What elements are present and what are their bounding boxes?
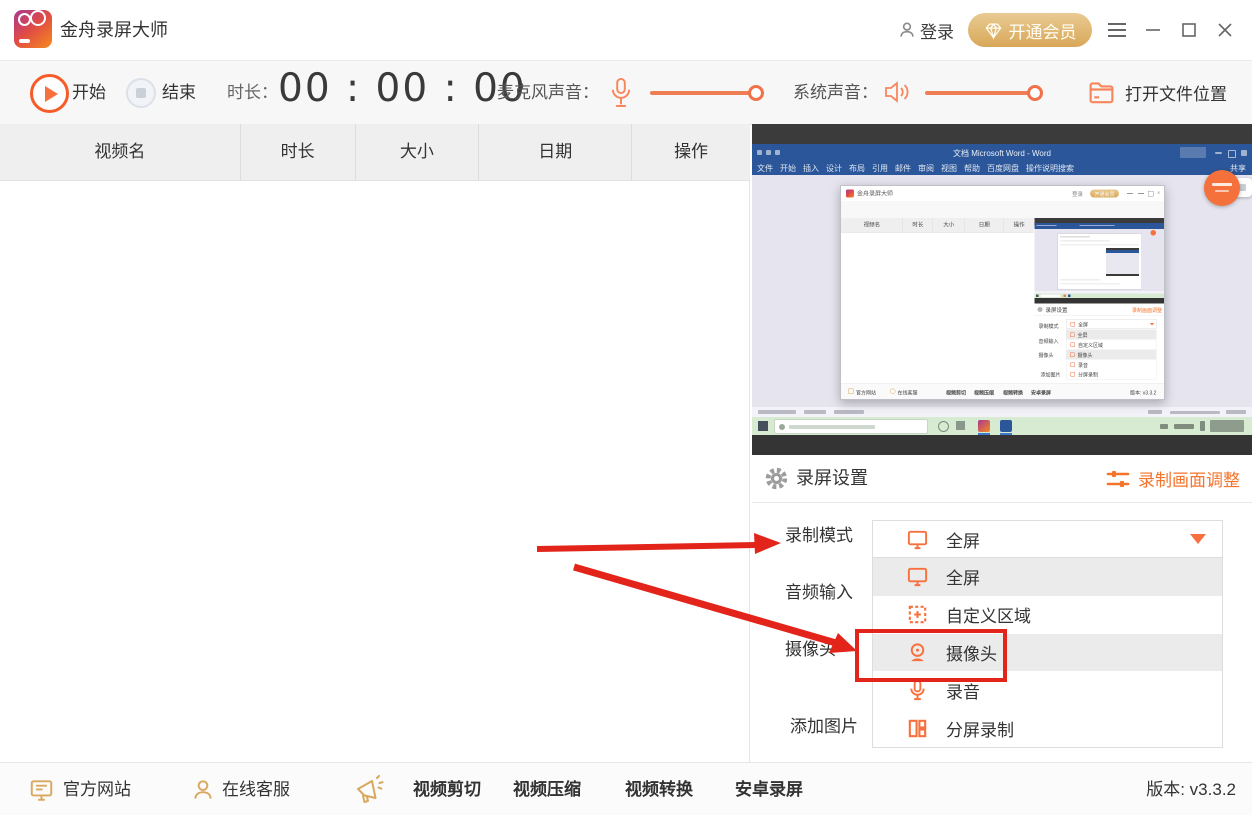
vip-button[interactable]: 开通会员: [968, 13, 1092, 47]
close-icon: [1216, 21, 1234, 39]
mini-recorder-badge: [1204, 170, 1240, 206]
sliders-icon: [1106, 468, 1130, 490]
maximize-button[interactable]: [1176, 0, 1202, 60]
mini-preview-panel: 录屏设置 录制画面调整 录制模式 音频输入 摄像头 添加图片 全屏 全屏 自定义…: [1035, 218, 1165, 383]
settings-panel: 录屏设置 录制画面调整 录制模式 音频输入 摄像头 添加图片 全屏 全屏: [752, 455, 1252, 762]
word-statusbar: [752, 407, 1252, 417]
minimize-button[interactable]: [1140, 0, 1166, 60]
mini-vip-button: 开通会员: [1090, 190, 1119, 198]
word-window-titlebar: 文档 Microsoft Word - Word: [752, 144, 1252, 161]
dropdown-option-split-screen[interactable]: 分屏录制: [873, 709, 1222, 747]
play-icon: [45, 86, 58, 102]
app-window: 金舟录屏大师 登录 开通会员 开始 结束 时长： 00 : 00 : 00 麦克: [0, 0, 1252, 815]
mini-app-window: 金舟录屏大师 登录 开通会员 × 开始 结束 时长： 00 : 00 : 00 …: [840, 185, 1165, 400]
app-title: 金舟录屏大师: [60, 0, 168, 60]
vip-label: 开通会员: [1009, 18, 1077, 43]
record-toolbar: 开始 结束 时长： 00 : 00 : 00 麦克风声音： 系统声音： 打开文件…: [0, 61, 1252, 125]
mode-field-label: 录制模式: [785, 521, 853, 546]
online-support-link[interactable]: 在线客服: [222, 763, 290, 815]
version-label: 版本: v3.3.2: [1146, 763, 1236, 815]
word-window-menubar: 文件开始插入设计布局引用邮件审阅视图帮助百度网盘操作说明搜索 共享: [752, 161, 1252, 175]
microphone-icon: [608, 76, 634, 110]
system-volume-knob[interactable]: [1027, 85, 1043, 101]
mode-dropdown-select[interactable]: 全屏: [872, 520, 1223, 558]
settings-title: 录屏设置: [796, 455, 868, 502]
android-record-link[interactable]: 安卓录屏: [735, 763, 803, 815]
adjust-recording-frame-label: 录制画面调整: [1138, 466, 1240, 491]
audio-input-field-label: 音频输入: [785, 578, 853, 603]
dropdown-option-camera[interactable]: 摄像头: [873, 634, 1222, 672]
mic-volume-label: 麦克风声音：: [497, 61, 599, 124]
word-share-label: 共享: [1230, 163, 1246, 174]
settings-header: 录屏设置 录制画面调整: [752, 455, 1252, 503]
mini-app-title: 金舟录屏大师: [857, 186, 893, 201]
mini-app-logo-icon: [846, 190, 854, 198]
column-header-date: 日期: [478, 124, 631, 180]
open-file-location-label: 打开文件位置: [1125, 80, 1227, 105]
megaphone-icon: [352, 775, 384, 805]
support-person-icon: [190, 777, 216, 803]
mode-dropdown-list: 全屏 自定义区域 摄像头 录音 分屏录制: [872, 557, 1223, 748]
video-cut-link[interactable]: 视频剪切: [413, 763, 481, 815]
dropdown-option-custom-region[interactable]: 自定义区域: [873, 596, 1222, 634]
login-button[interactable]: 登录: [897, 0, 954, 60]
video-convert-link[interactable]: 视频转换: [625, 763, 693, 815]
column-header-duration: 时长: [240, 124, 355, 180]
video-table-header: 视频名 时长 大小 日期 操作: [0, 124, 750, 181]
preview-bottom-strip: [752, 435, 1252, 455]
mic-volume-knob[interactable]: [748, 85, 764, 101]
adjust-recording-frame-button[interactable]: 录制画面调整: [1106, 455, 1240, 502]
chevron-down-icon: [1190, 534, 1206, 544]
system-volume-slider[interactable]: [925, 91, 1037, 95]
column-header-size: 大小: [355, 124, 479, 180]
custom-region-icon: [906, 603, 929, 626]
login-label: 登录: [920, 18, 954, 43]
start-label: 开始: [72, 61, 106, 124]
stop-icon: [136, 88, 146, 98]
split-screen-icon: [906, 717, 929, 740]
titlebar: 金舟录屏大师 登录 开通会员: [0, 0, 1252, 61]
stop-label: 结束: [162, 61, 196, 124]
system-volume-label: 系统声音：: [793, 61, 878, 124]
gear-icon: [764, 466, 789, 491]
hamburger-icon: [1107, 22, 1127, 38]
column-header-name: 视频名: [0, 124, 240, 180]
add-image-field-label: 添加图片: [790, 712, 858, 737]
mode-dropdown-value: 全屏: [946, 527, 980, 552]
duration-label: 时长：: [227, 61, 278, 124]
duration-timer: 00 : 00 : 00: [278, 66, 527, 111]
footer-bar: 官方网站 在线客服 视频剪切 视频压缩 视频转换 安卓录屏 版本: v3.3.2: [0, 762, 1252, 815]
video-compress-link[interactable]: 视频压缩: [513, 763, 581, 815]
camera-field-label: 摄像头: [785, 635, 836, 660]
monitor-icon: [906, 565, 929, 588]
dropdown-option-fullscreen[interactable]: 全屏: [873, 558, 1222, 596]
preview-top-strip: [752, 124, 1252, 144]
menu-button[interactable]: [1104, 0, 1130, 60]
open-file-location-button[interactable]: 打开文件位置: [1087, 61, 1227, 124]
webcam-icon: [906, 641, 929, 664]
gem-icon: [984, 21, 1003, 40]
website-monitor-icon: [28, 777, 55, 803]
desktop-taskbar: [752, 417, 1252, 435]
user-icon: [897, 20, 917, 40]
monitor-icon: [906, 528, 929, 551]
app-logo-icon: [14, 10, 52, 48]
official-website-link[interactable]: 官方网站: [63, 763, 131, 815]
maximize-icon: [1180, 21, 1198, 39]
minimize-icon: [1144, 21, 1162, 39]
recording-preview-image: 文档 Microsoft Word - Word 文件开始插入设计布局引用邮件审…: [752, 124, 1252, 455]
start-record-button[interactable]: [30, 74, 69, 113]
dropdown-option-audio-record[interactable]: 录音: [873, 671, 1222, 709]
speaker-icon: [882, 78, 912, 106]
close-button[interactable]: [1212, 0, 1238, 60]
word-window-title: 文档 Microsoft Word - Word: [752, 148, 1252, 159]
mic-icon: [906, 679, 929, 702]
stop-record-button[interactable]: [126, 78, 156, 108]
column-header-actions: 操作: [631, 124, 750, 180]
video-table-body: [0, 181, 750, 762]
mic-volume-slider[interactable]: [650, 91, 760, 95]
folder-icon: [1087, 78, 1116, 107]
